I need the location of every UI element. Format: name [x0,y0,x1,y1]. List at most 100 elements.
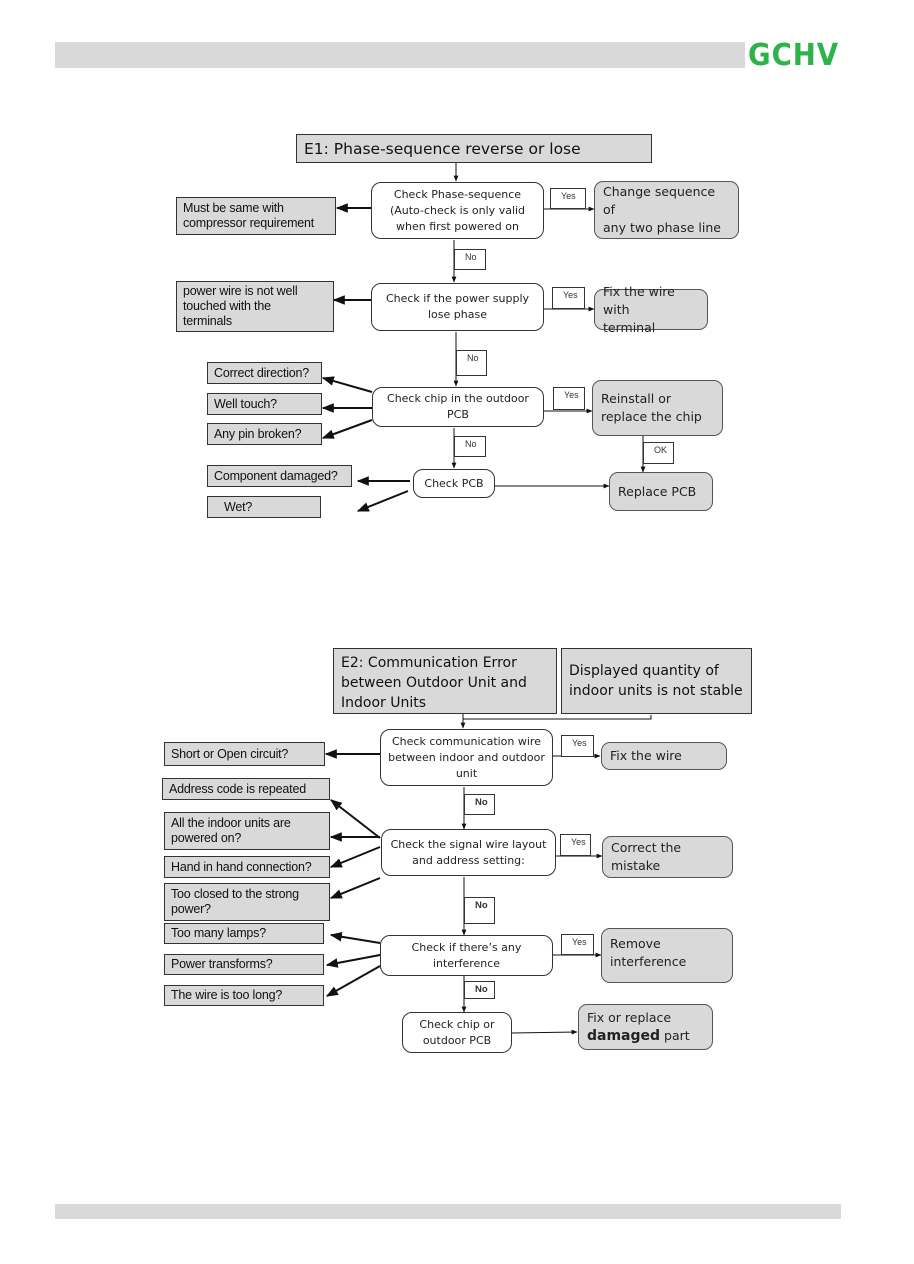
e2-step1-line2: between indoor and outdoor [388,750,545,764]
e1-step1-line3: when first powered on [396,219,519,233]
ok-label: OK [654,445,668,455]
e2-step2-yes-line2: mistake [611,858,661,873]
cause-text: The wire is too long? [171,988,283,1002]
e1-yes-tag-3: Yes [553,387,585,410]
e1-step2-cause-line3: terminals [183,314,232,328]
e1-yes-tag-2: Yes [552,287,585,309]
e2-signal-cause-4: Too closed to the strong power? [164,883,330,921]
e1-step1-line2: (Auto-check is only valid [389,203,526,217]
cause-text: Any pin broken? [214,426,302,441]
cause-text-line1: Too closed to the strong [171,887,299,901]
e1-step3-yes-line2: replace the chip [601,409,702,424]
e1-arrow-chip-cause3 [321,419,373,439]
yes-label: Yes [572,738,587,748]
e1-step4-result-text: Replace PCB [618,483,697,499]
e2-short-open-circuit-note: Short or Open circuit? [164,742,325,766]
e1-check-phase-sequence: Check Phase-sequence (Auto-check is only… [371,182,544,239]
e1-title-text: E1: Phase-sequence reverse or lose [304,139,581,158]
header-bar [55,42,745,68]
e1-chip-cause-3: Any pin broken? [207,423,322,445]
cause-text: Too many lamps? [171,926,266,940]
e2-yes-tag-1: Yes [561,735,594,757]
cause-text: Short or Open circuit? [171,746,289,761]
e2-check-chip-or-pcb: Check chip or outdoor PCB [402,1012,512,1053]
e1-power-wire-note: power wire is not well touched with the … [176,281,334,332]
e2-no-tag-1: No [464,794,495,815]
e1-yes-tag-1: Yes [550,188,586,209]
e2-fix-or-replace-result: Fix or replace damaged part [578,1004,713,1050]
e1-title: E1: Phase-sequence reverse or lose [296,134,652,163]
e1-chip-cause-1: Correct direction? [207,362,322,384]
e1-fix-wire-result: Fix the wire with terminal [594,284,708,335]
e2-step1-yes-text: Fix the wire [610,748,682,763]
e1-step1-yes-line1: Change sequence of [603,184,716,217]
e1-check-pcb: Check PCB [413,469,495,498]
e2-check-interference: Check if there’s any interference [380,935,553,976]
e2-arrow-step2-cause3 [329,846,381,868]
e2-check-communication-wire: Check communication wire between indoor … [380,729,553,786]
yes-label: Yes [561,191,576,201]
e1-step2-line1: Check if the power supply [385,292,530,305]
e2-step4-result-rest: part [660,1028,690,1043]
yes-label: Yes [572,937,587,947]
no-label: No [465,252,477,262]
e2-step1-line1: Check communication wire [391,734,541,748]
e1-no-tag-2: No [456,350,487,376]
e1-step2-yes-line1: Fix the wire with [603,283,675,317]
e1-change-sequence-result: Change sequence of any two phase line [594,181,739,239]
e2-step1-line3: unit [455,766,478,780]
e1-check-power-supply: Check if the power supply lose phase [371,283,544,331]
e1-step2-line2: lose phase [428,308,487,321]
footer-bar [55,1204,841,1219]
e2-remove-interference-result: Remove interference [601,928,733,983]
e2-title-line1: E2: Communication Error [341,655,517,671]
e1-check-chip: Check chip in the outdoor PCB [372,387,544,427]
e2-title-line2: between Outdoor Unit and [341,675,527,691]
e2-fix-wire-result: Fix the wire [601,742,727,770]
no-label: No [467,353,479,363]
e1-step3-yes-line1: Reinstall or [601,391,671,406]
e2-step4-result-line1: Fix or replace [587,1010,672,1025]
e2-step3-yes-line1: Remove [610,936,661,951]
e2-step3-line1: Check if there’s any [411,940,522,954]
e1-step2-cause-line2: touched with the [183,299,271,313]
e2-signal-cause-2: All the indoor units are powered on? [164,812,330,850]
e2-arrow-step2-cause1 [330,799,381,839]
cause-text: Well touch? [214,396,277,411]
e2-interference-cause-2: Power transforms? [164,954,324,975]
e2-title-line3: Indoor Units [341,695,427,711]
e2-side-title-line2: indoor units is not stable [569,683,743,699]
e2-correct-mistake-result: Correct the mistake [602,836,733,878]
e1-step1-cause-line1: Must be same with [183,201,284,215]
cause-text: Component damaged? [214,468,338,483]
no-label: No [465,439,477,449]
gchv-logo: GCHV [748,38,840,73]
e2-step3-yes-line2: interference [610,954,687,969]
e2-step4-line2: outdoor PCB [422,1033,492,1047]
e1-no-tag-3: No [454,436,486,457]
e2-step4-line1: Check chip or [419,1017,495,1031]
e1-step2-cause-line1: power wire is not well [183,284,298,298]
e1-reinstall-chip-result: Reinstall or replace the chip [592,380,723,436]
e2-arrow-step3-cause2 [325,954,381,968]
yes-label: Yes [564,390,579,400]
e1-no-tag-1: No [454,249,486,270]
e2-signal-cause-1: Address code is repeated [162,778,330,800]
no-label: No [475,797,488,808]
e2-arrow-step3-cause3 [325,965,381,997]
e2-side-title: Displayed quantity of indoor units is no… [561,648,752,714]
e2-interference-cause-1: Too many lamps? [164,923,324,944]
e1-step3-line2: PCB [447,408,469,421]
cause-text: Power transforms? [171,957,273,971]
e1-step1-line1: Check Phase-sequence [393,187,522,201]
cause-text: Address code is repeated [169,781,306,796]
e2-title: E2: Communication Error between Outdoor … [333,648,557,714]
yes-label: Yes [571,837,586,847]
e1-chip-cause-2: Well touch? [207,393,322,415]
e1-arrow-pcb-cause2 [356,490,409,512]
e2-no-tag-3: No [464,981,495,999]
e1-step1-yes-line2: any two phase line [603,220,721,235]
e2-arrow-step4-result [511,1029,578,1035]
e2-step2-line2: and address setting: [412,853,525,867]
no-label: No [475,900,488,911]
